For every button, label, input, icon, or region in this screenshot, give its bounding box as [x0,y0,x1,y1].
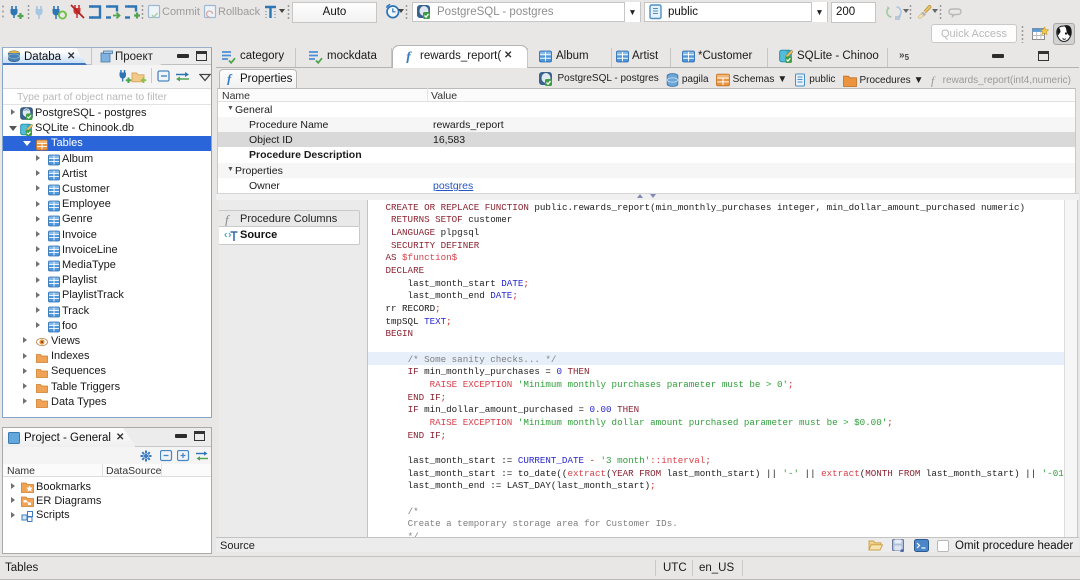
svg-text:f: f [225,213,231,226]
svg-text:f: f [931,74,936,86]
